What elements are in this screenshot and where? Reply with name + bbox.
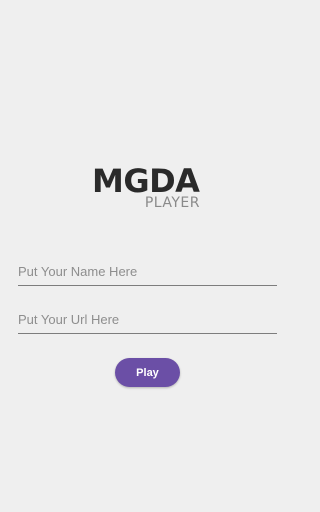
logo-subtitle: PLAYER	[144, 195, 200, 211]
name-input[interactable]	[18, 257, 277, 286]
app-logo: MGDA PLAYER	[92, 164, 202, 214]
play-button[interactable]: Play	[115, 358, 180, 387]
logo-title: MGDA	[92, 162, 200, 200]
url-input[interactable]	[18, 305, 277, 334]
